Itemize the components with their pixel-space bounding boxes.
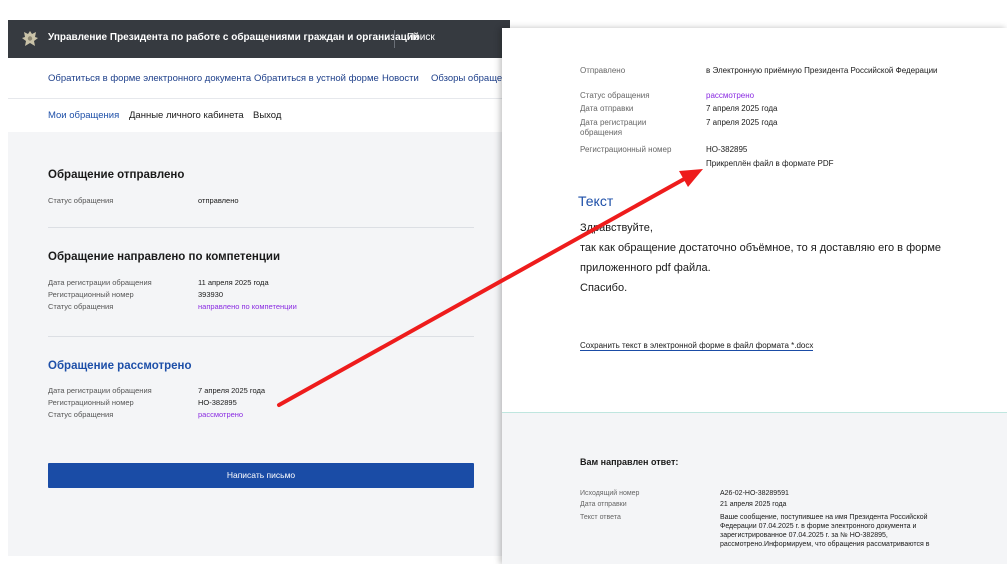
text-heading: Текст	[578, 193, 614, 209]
field-label: Дата отправки	[580, 104, 634, 113]
main-window: Управление Президента по работе с обраще…	[8, 20, 510, 556]
account-nav: Мои обращения Данные личного кабинета Вы…	[8, 99, 510, 132]
field-label: Дата регистрации обращения	[48, 278, 152, 287]
field-value: 393930	[198, 290, 224, 299]
status-value: направлено по компетенции	[198, 302, 297, 311]
main-nav: Обратиться в форме электронного документ…	[8, 58, 510, 99]
nav-reviews[interactable]: Обзоры обраще	[431, 73, 502, 84]
field-label: Дата регистрации обращения	[48, 386, 152, 395]
nav-electronic-document[interactable]: Обратиться в форме электронного документ…	[48, 73, 251, 84]
nav-account-data[interactable]: Данные личного кабинета	[129, 110, 244, 121]
field-value: 7 апреля 2025 года	[198, 386, 265, 395]
field-value: А26-02-НО-38289591	[720, 490, 789, 497]
field-label: Статус обращения	[48, 410, 114, 419]
nav-oral-form[interactable]: Обратиться в устной форме	[254, 73, 379, 84]
divider	[394, 30, 395, 48]
field-label: Дата отправки	[580, 501, 627, 508]
field-value: в Электронную приёмную Президента Россий…	[706, 66, 938, 75]
top-bar: Управление Президента по работе с обраще…	[8, 20, 510, 58]
field-label: Отправлено	[580, 66, 626, 75]
field-value: НО-382895	[706, 145, 748, 154]
search-link[interactable]: Поиск	[407, 32, 435, 43]
field-value: 7 апреля 2025 года	[706, 118, 778, 127]
field-value: НО-382895	[198, 398, 237, 407]
status-value: рассмотрено	[198, 410, 244, 419]
appeal-history: Обращение отправлено Статус обращения от…	[8, 132, 510, 556]
field-value: 21 апреля 2025 года	[720, 501, 787, 508]
status-value: рассмотрено	[706, 91, 755, 100]
clipped-header	[502, 28, 1007, 40]
save-docx-link[interactable]: Сохранить текст в электронной форме в фа…	[580, 341, 814, 351]
section-title: Обращение отправлено	[48, 169, 185, 181]
answer-title: Вам направлен ответ:	[580, 457, 679, 467]
appeal-text-line: Спасибо.	[580, 282, 628, 294]
divider	[48, 227, 474, 228]
appeal-detail-window: Отправлено в Электронную приёмную Презид…	[502, 28, 1007, 564]
field-label: Статус обращения	[580, 91, 650, 100]
field-label: Дата регистрации обращения	[580, 118, 647, 137]
write-letter-button[interactable]: Написать письмо	[48, 463, 474, 488]
field-label: Текст ответа	[580, 514, 621, 521]
nav-logout[interactable]: Выход	[253, 110, 281, 121]
appeal-text-line: Здравствуйте,	[580, 222, 653, 234]
site-title[interactable]: Управление Президента по работе с обраще…	[48, 32, 419, 43]
appeal-text-line: так как обращение достаточно объёмное, т…	[580, 242, 942, 254]
nav-my-appeals[interactable]: Мои обращения	[48, 110, 119, 121]
divider	[48, 336, 474, 337]
field-label: Статус обращения	[48, 302, 114, 311]
field-label: Регистрационный номер	[580, 145, 672, 154]
answer-text: Ваше сообщение, поступившее на имя Прези…	[720, 514, 930, 548]
emblem-icon[interactable]	[20, 29, 40, 49]
field-label: Исходящий номер	[580, 490, 640, 497]
field-value: 7 апреля 2025 года	[706, 104, 778, 113]
attachment-link[interactable]: Прикреплён файл в формате PDF	[706, 159, 834, 169]
section-title[interactable]: Обращение рассмотрено	[48, 360, 192, 372]
field-label: Статус обращения	[48, 196, 114, 205]
appeal-text-line: приложенного pdf файла.	[580, 262, 711, 274]
field-label: Регистрационный номер	[48, 290, 134, 299]
section-title: Обращение направлено по компетенции	[48, 251, 281, 263]
field-label: Регистрационный номер	[48, 398, 134, 407]
status-value: отправлено	[198, 196, 239, 205]
nav-news[interactable]: Новости	[382, 73, 419, 84]
field-value: 11 апреля 2025 года	[198, 278, 269, 287]
